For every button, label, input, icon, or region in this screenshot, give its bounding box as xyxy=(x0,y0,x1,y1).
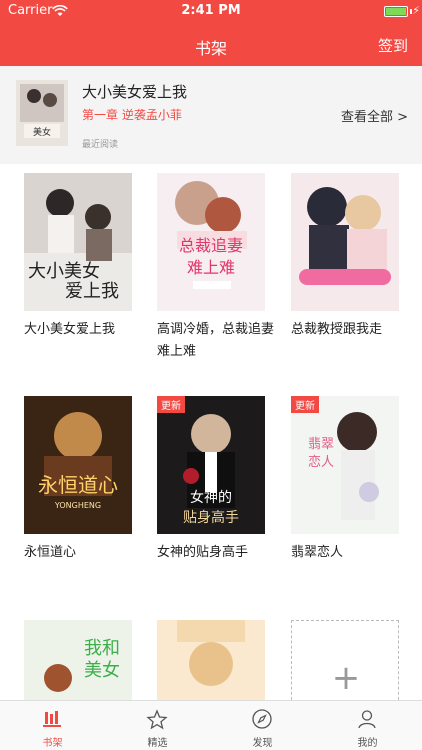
book-title: 大小美女爱上我 xyxy=(24,322,116,337)
page-title: 书架 xyxy=(194,39,227,58)
top-bar: Carrier 2:41 PM ⚡ 书架 签到 xyxy=(0,0,422,66)
tab-featured[interactable]: 精选 xyxy=(105,701,210,750)
update-badge: 更新 xyxy=(291,396,319,413)
book-cover[interactable]: 翡翠 恋人 xyxy=(291,396,399,534)
recent-chapter: 第一章 逆袭孟小菲 xyxy=(82,108,182,122)
book-cover[interactable] xyxy=(157,620,265,700)
recent-book-title: 大小美女爱上我 xyxy=(82,83,188,101)
recent-book-cover[interactable]: 美女 xyxy=(16,80,68,146)
bookshelf-icon xyxy=(43,711,61,727)
book-cover[interactable]: 女神的 贴身高手 xyxy=(157,396,265,534)
svg-text:美女: 美女 xyxy=(33,126,51,138)
nav-bar: 书架 签到 xyxy=(0,24,422,66)
star-icon xyxy=(146,709,168,730)
update-badge: 更新 xyxy=(157,396,185,413)
svg-text:大小美女: 大小美女 xyxy=(28,261,100,282)
tab-discover[interactable]: 发现 xyxy=(210,701,315,750)
person-icon xyxy=(358,710,376,729)
book-title: 女神的贴身高手 xyxy=(157,545,249,560)
tab-label: 发现 xyxy=(252,738,273,749)
svg-text:YONGHENG: YONGHENG xyxy=(54,501,101,510)
svg-text:爱上我: 爱上我 xyxy=(65,281,119,302)
status-bar: Carrier 2:41 PM ⚡ xyxy=(0,0,422,24)
svg-text:我和: 我和 xyxy=(84,638,120,659)
book-title: 高调冷婚，总裁追妻难上难 xyxy=(157,322,275,359)
svg-text:恋人: 恋人 xyxy=(308,454,334,470)
compass-icon xyxy=(252,709,272,729)
book-cover[interactable]: 永恒道心 YONGHENG xyxy=(24,396,132,534)
book-title: 永恒道心 xyxy=(24,545,77,560)
svg-text:总裁追妻: 总裁追妻 xyxy=(179,236,243,255)
svg-text:美女: 美女 xyxy=(84,660,120,681)
charging-icon: ⚡ xyxy=(412,4,420,17)
book-cover[interactable]: 我和 美女 xyxy=(24,620,132,700)
recent-reading-card[interactable]: 美女 大小美女爱上我 第一章 逆袭孟小菲 最近阅读 查看全部 > xyxy=(0,66,422,164)
sign-in-button[interactable]: 签到 xyxy=(378,35,408,56)
svg-text:贴身高手: 贴身高手 xyxy=(183,509,239,526)
svg-text:女神的: 女神的 xyxy=(190,489,232,506)
plus-icon: + xyxy=(331,658,361,698)
book-title: 总裁教授跟我走 xyxy=(291,322,383,337)
tab-bar: 书架 精选 发现 我的 xyxy=(0,700,422,750)
book-cover[interactable]: 总裁追妻 难上难 xyxy=(157,173,265,311)
view-all-button[interactable]: 查看全部 > xyxy=(341,106,408,125)
tab-bookshelf[interactable]: 书架 xyxy=(0,701,105,750)
recent-note: 最近阅读 xyxy=(82,140,119,150)
book-title: 翡翠恋人 xyxy=(291,545,344,560)
clock: 2:41 PM xyxy=(181,3,241,18)
battery-icon xyxy=(384,6,408,17)
tab-label: 书架 xyxy=(42,738,63,749)
add-book-button[interactable]: + xyxy=(291,620,399,705)
svg-text:永恒道心: 永恒道心 xyxy=(38,473,118,497)
tab-label: 我的 xyxy=(357,738,378,749)
tab-label: 精选 xyxy=(147,738,168,749)
tab-mine[interactable]: 我的 xyxy=(315,701,420,750)
book-cover[interactable]: 大小美女 爱上我 xyxy=(24,173,132,311)
book-cover[interactable] xyxy=(291,173,399,311)
svg-text:难上难: 难上难 xyxy=(187,258,235,277)
svg-text:翡翠: 翡翠 xyxy=(308,437,334,452)
